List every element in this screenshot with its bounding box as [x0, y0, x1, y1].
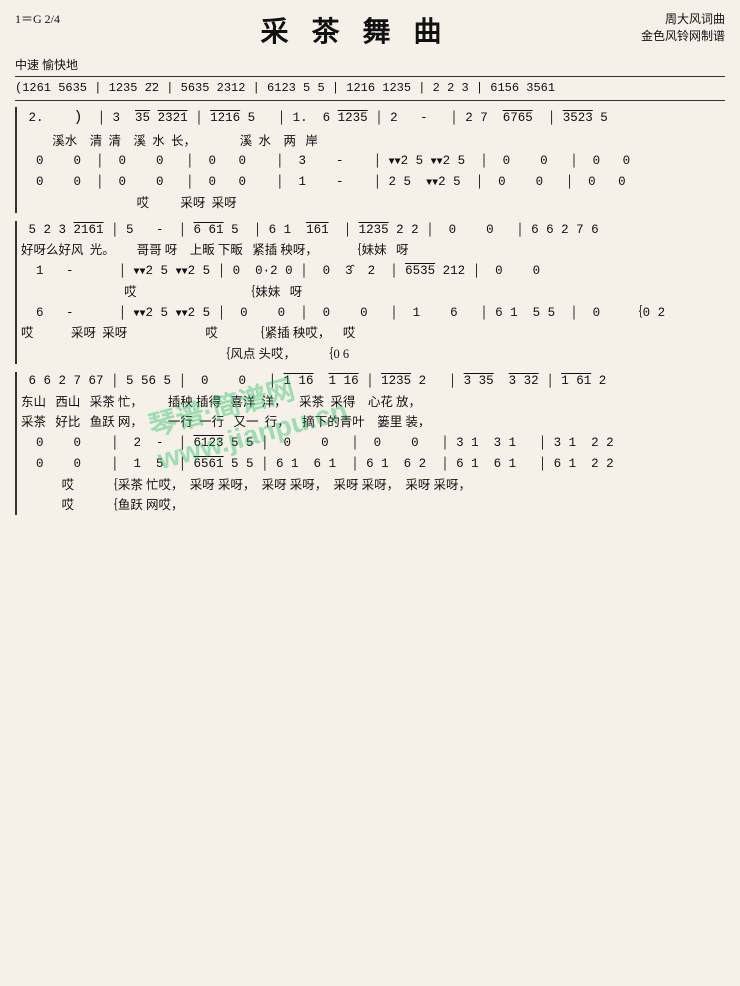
s2-row1-notes: 5 2 3 2161 │ 5 - │ 6 61 5 │ 6 1 161 │ 12… — [21, 221, 725, 240]
s3-row1-notes: 6 6 2 7 67 │ 5 56 5 │ 0 0 │ 1 16 1 16 │ … — [21, 372, 725, 391]
s3-r1-lyrics-a-pre: 东山 西山 采茶 忙， 插秧 插得 喜洋 洋， 采茶 采得 心花 放， — [21, 393, 725, 412]
s3-row3b-lyrics: 哎 ｛鱼跃 网哎， — [21, 496, 725, 515]
s3-r1-lyrics-b-pre: 采茶 好比 鱼跃 网， 一行 一行 又一 行， 摘下的青叶 篓里 装， — [21, 413, 725, 432]
s2-r1-notes-pre: 5 2 3 2161 │ 5 - │ 6 61 5 │ 6 1 161 │ 12… — [21, 221, 725, 240]
s1-r3-notes-pre: 0 0 │ 0 0 │ 0 0 │ 1 - │ 2 5 ▼▼2 5 │ 0 0 … — [21, 173, 725, 192]
composer-arranger: 周大风词曲 金色风铃网制谱 — [641, 10, 725, 52]
s2-r3b-lyrics-pre: ｛风点 头哎， ｛0 6 — [21, 345, 725, 364]
section-2: 5 2 3 2161 │ 5 - │ 6 61 5 │ 6 1 161 │ 12… — [15, 221, 725, 364]
s1-r3-lyrics-pre: 哎 采呀 采呀 — [21, 194, 725, 213]
key-signature: 1＝G 2/4 — [15, 12, 60, 26]
intro-line: (1261 5635 | 1235 2̈2 | 5635 2312 | 6123… — [15, 76, 725, 101]
s3-row1-lyrics-a: 东山 西山 采茶 忙， 插秧 插得 喜洋 洋， 采茶 采得 心花 放， — [21, 393, 725, 412]
song-title: 采 茶 舞 曲 — [260, 10, 449, 50]
s1-r2-notes-pre: 0 0 │ 0 0 │ 0 0 │ 3 - │ ▼▼2 5 ▼▼2 5 │ 0 … — [21, 152, 725, 171]
s2-r1-lyrics-pre: 好呀么好风 光。 哥哥 呀 上畈 下畈 紧插 秧呀， ｛妹妹 呀 — [21, 241, 725, 260]
s3-row1-lyrics-b: 采茶 好比 鱼跃 网， 一行 一行 又一 行， 摘下的青叶 篓里 装， — [21, 413, 725, 432]
key-tempo-info: 1＝G 2/4 — [15, 10, 69, 52]
s2-r2-lyrics-pre: 哎 ｛妹妹 呀 — [21, 283, 725, 302]
s2-r3-lyrics-pre: 哎 采呀 采呀 哎 ｛紧插 秧哎， 哎 — [21, 324, 725, 343]
section-1: 2. ) │ 3 35 2321 │ 1216 5 │ 1. 6 1235 │ … — [15, 107, 725, 213]
s3-row3-lyrics: 哎 ｛采茶 忙哎， 采呀 采呀， 采呀 采呀， 采呀 采呀， 采呀 采呀， — [21, 476, 725, 495]
s1-row3-lyrics: 哎 采呀 采呀 — [21, 194, 725, 213]
arranger: 金色风铃网制谱 — [641, 27, 725, 44]
intro-notes: (1261 5635 | 1235 2̈2 | 5635 2312 | 6123… — [15, 81, 555, 95]
s1-r1-notes-pre: 2. ) │ 3 35 2321 │ 1216 5 │ 1. 6 1235 │ … — [21, 107, 725, 130]
s2-r3-notes-pre: 6 - │ ▼▼2 5 ▼▼2 5 │ 0 0 │ 0 0 │ 1 6 │ 6 … — [21, 304, 725, 323]
s1-row1-lyrics: 溪水 清 清 溪 水 长， 溪 水 两 岸 — [21, 132, 725, 151]
s2-row2-lyrics: 哎 ｛妹妹 呀 — [21, 283, 725, 302]
s3-r3-notes-pre: 0 0 │ 1 5 │ 6561 5 5 │ 6 1 6 1 │ 6 1 6 2… — [21, 455, 725, 474]
page-header: 1＝G 2/4 采 茶 舞 曲 周大风词曲 金色风铃网制谱 中速 愉快地 — [15, 10, 725, 73]
composer: 周大风词曲 — [641, 10, 725, 27]
s2-row3-notes: 6 - │ ▼▼2 5 ▼▼2 5 │ 0 0 │ 0 0 │ 1 6 │ 6 … — [21, 304, 725, 323]
s3-r1-notes-pre: 6 6 2 7 67 │ 5 56 5 │ 0 0 │ 1 16 1 16 │ … — [21, 372, 725, 391]
s2-row3-lyrics: 哎 采呀 采呀 哎 ｛紧插 秧哎， 哎 — [21, 324, 725, 343]
s1-row2-notes: 0 0 │ 0 0 │ 0 0 │ 3 - │ ▼▼2 5 ▼▼2 5 │ 0 … — [21, 152, 725, 171]
s3-r3b-lyrics-pre: 哎 ｛鱼跃 网哎， — [21, 496, 725, 515]
s2-row3b-lyrics: ｛风点 头哎， ｛0 6 — [21, 345, 725, 364]
s1-row1-notes: 2. ) │ 3 35 2321 │ 1216 5 │ 1. 6 1235 │ … — [21, 107, 725, 130]
s1-r1-lyrics-pre: 溪水 清 清 溪 水 长， 溪 水 两 岸 — [21, 132, 725, 151]
s3-row3-notes: 0 0 │ 1 5 │ 6561 5 5 │ 6 1 6 1 │ 6 1 6 2… — [21, 455, 725, 474]
header-info-bar: 1＝G 2/4 采 茶 舞 曲 周大风词曲 金色风铃网制谱 — [15, 10, 725, 52]
s2-row2-notes: 1 - │ ▼▼2 5 ▼▼2 5 │ 0 0·2 0 │ 0 3̂ 2 │ 6… — [21, 262, 725, 281]
s3-row2-notes: 0 0 │ 2 - │ 6123 5 5 │ 0 0 │ 0 0 │ 3 1 3… — [21, 434, 725, 453]
section-3: 6 6 2 7 67 │ 5 56 5 │ 0 0 │ 1 16 1 16 │ … — [15, 372, 725, 515]
s2-r2-notes-pre: 1 - │ ▼▼2 5 ▼▼2 5 │ 0 0·2 0 │ 0 3̂ 2 │ 6… — [21, 262, 725, 281]
tempo-mark: 中速 愉快地 — [15, 56, 725, 73]
s1-row3-notes: 0 0 │ 0 0 │ 0 0 │ 1 - │ 2 5 ▼▼2 5 │ 0 0 … — [21, 173, 725, 192]
s2-row1-lyrics: 好呀么好风 光。 哥哥 呀 上畈 下畈 紧插 秧呀， ｛妹妹 呀 — [21, 241, 725, 260]
s3-r2-notes-pre: 0 0 │ 2 - │ 6123 5 5 │ 0 0 │ 0 0 │ 3 1 3… — [21, 434, 725, 453]
s3-r3-lyrics-pre: 哎 ｛采茶 忙哎， 采呀 采呀， 采呀 采呀， 采呀 采呀， 采呀 采呀， — [21, 476, 725, 495]
